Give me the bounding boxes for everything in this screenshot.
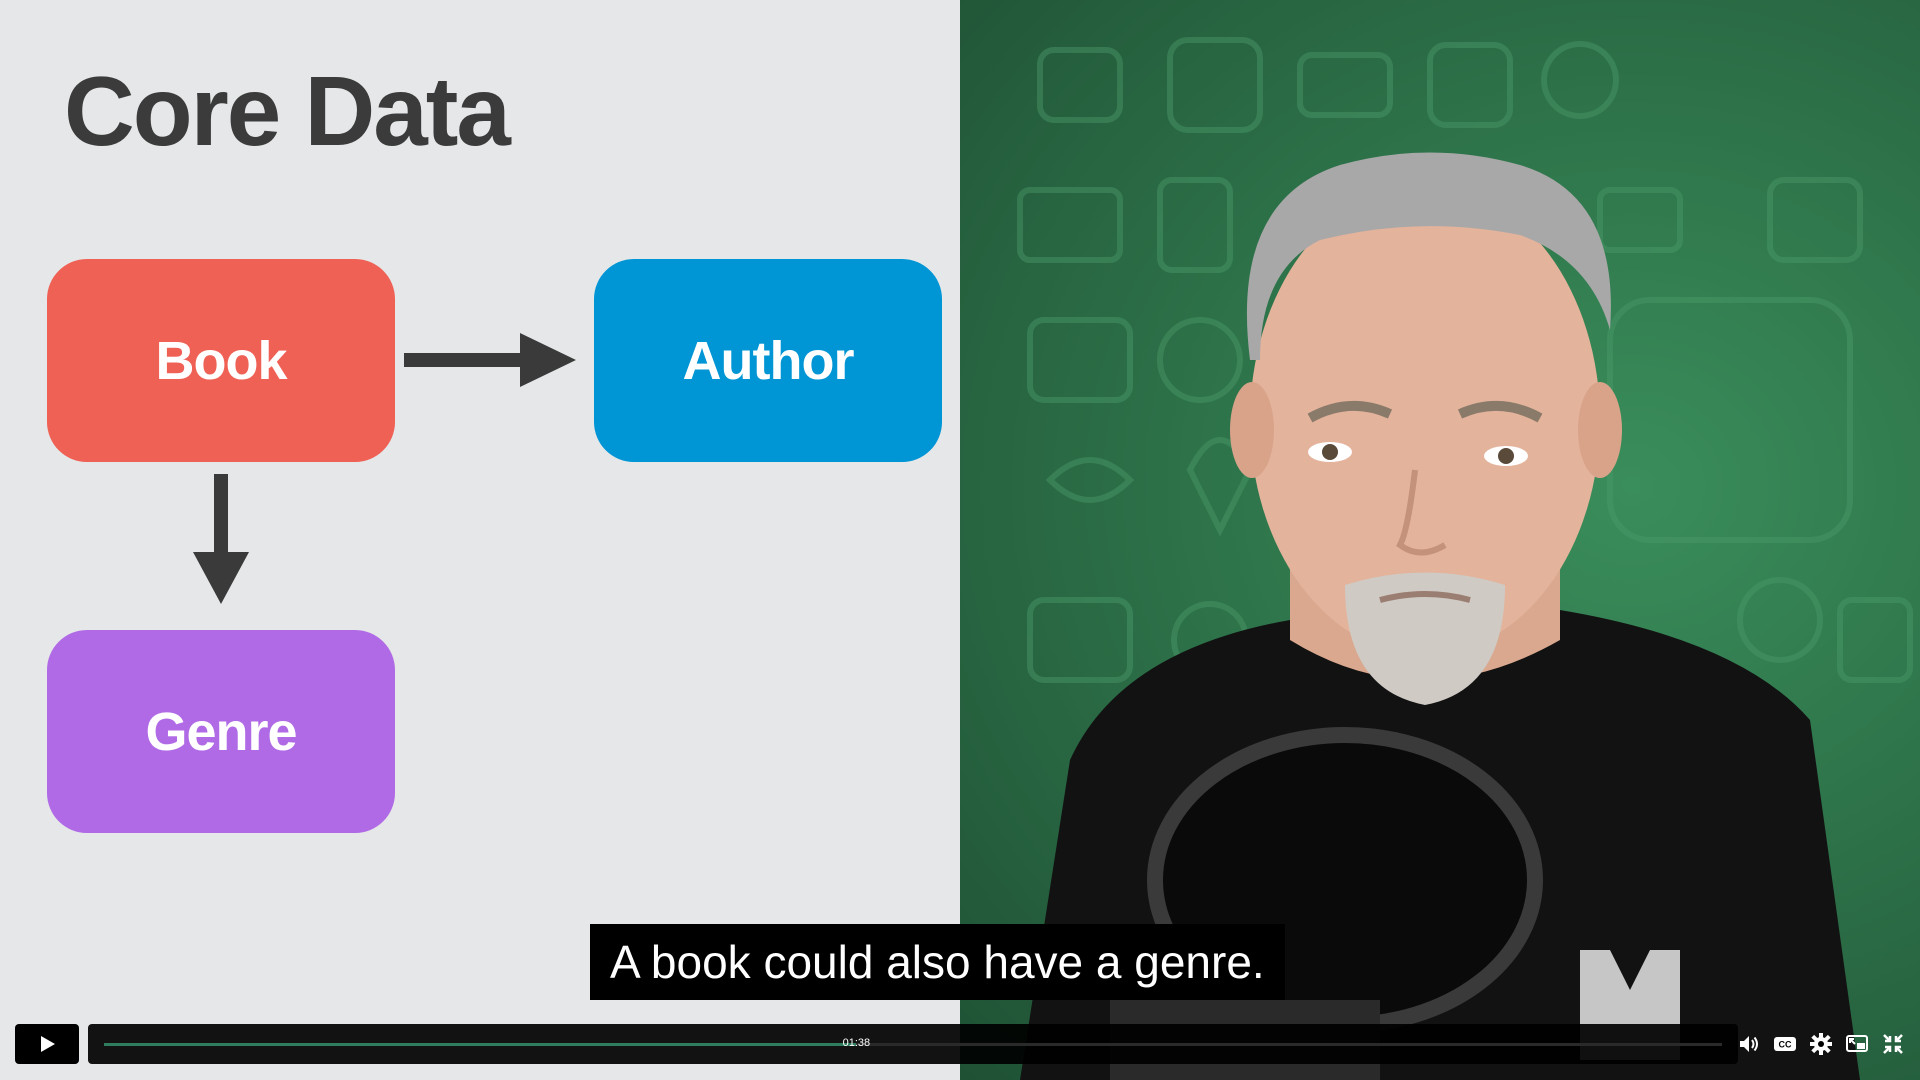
- volume-icon: [1740, 1036, 1758, 1052]
- picture-in-picture-icon: [1846, 1035, 1868, 1052]
- play-icon: [41, 1036, 55, 1052]
- presenter-figure: [1020, 152, 1860, 1080]
- arrow-book-genre-shaft: [214, 474, 228, 554]
- svg-text:CC: CC: [1779, 1040, 1792, 1050]
- arrow-book-author-shaft: [404, 353, 520, 367]
- closed-captions-icon: CC: [1774, 1037, 1796, 1051]
- author-entity-box: Author: [594, 259, 942, 462]
- play-button[interactable]: [15, 1024, 79, 1064]
- player-control-bar: 01:38 CC: [0, 1022, 1920, 1064]
- picture-in-picture-button[interactable]: [1844, 1031, 1870, 1057]
- closed-captions-button[interactable]: CC: [1772, 1031, 1798, 1057]
- book-entity-box: Book: [47, 259, 395, 462]
- progress-played: [104, 1043, 857, 1046]
- exit-fullscreen-button[interactable]: [1880, 1031, 1906, 1057]
- author-entity-label: Author: [682, 330, 855, 391]
- subtitle-caption: A book could also have a genre.: [590, 924, 1285, 1000]
- exit-fullscreen-icon: [1883, 1034, 1903, 1054]
- settings-button[interactable]: [1808, 1031, 1834, 1057]
- progress-track[interactable]: 01:38: [104, 1037, 1722, 1049]
- video-player[interactable]: Core Data Book Author Genre A book could…: [0, 0, 1920, 1080]
- book-entity-label: Book: [155, 330, 288, 391]
- slide-panel: Core Data Book Author Genre: [0, 0, 960, 1080]
- volume-button[interactable]: [1736, 1031, 1762, 1057]
- settings-gear-icon: [1810, 1033, 1832, 1055]
- progress-bar[interactable]: 01:38: [88, 1024, 1738, 1064]
- genre-entity-label: Genre: [145, 701, 297, 762]
- arrow-book-genre-head: [193, 552, 249, 604]
- player-right-controls: CC: [1736, 1024, 1906, 1064]
- presenter-video: [960, 0, 1920, 1080]
- arrow-book-author-head: [520, 333, 576, 387]
- time-tooltip: 01:38: [842, 1037, 871, 1049]
- relationship-arrows: [193, 333, 576, 604]
- genre-entity-box: Genre: [47, 630, 395, 833]
